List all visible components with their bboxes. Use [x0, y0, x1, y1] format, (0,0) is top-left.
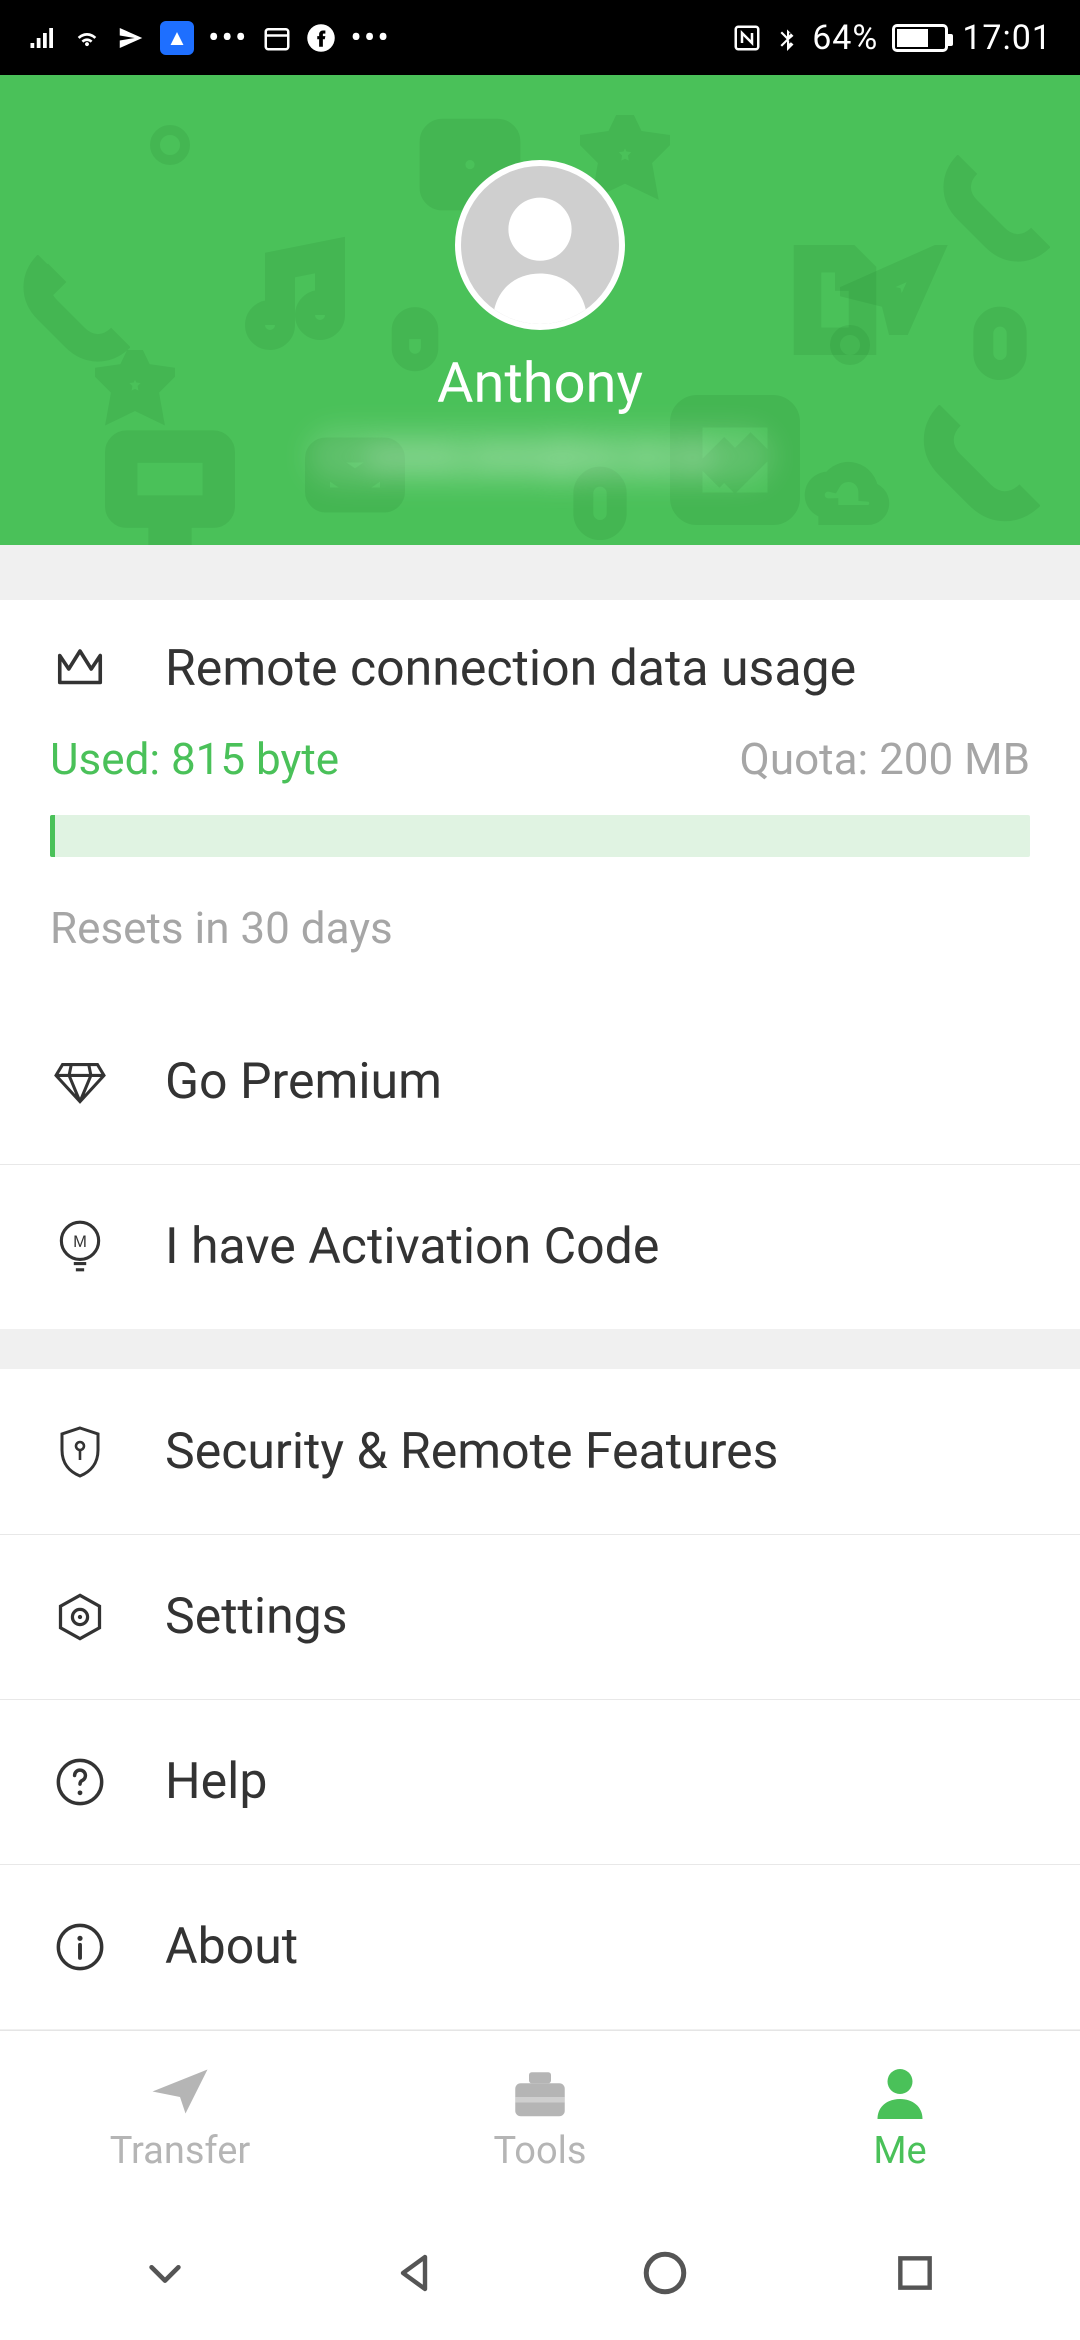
nav-home[interactable] [635, 2243, 695, 2303]
tab-transfer[interactable]: Transfer [0, 2031, 360, 2205]
clock-text: 17:01 [962, 18, 1052, 58]
app-notif-icon: ▲ [160, 21, 194, 55]
nfc-icon [732, 23, 762, 53]
calendar-notif-icon [262, 23, 292, 53]
status-left: ▲ ••• ••• [28, 18, 391, 58]
menu-item-label: About [165, 1918, 298, 1976]
profile-name-text: Anthony [437, 350, 643, 416]
diamond-icon [50, 1058, 110, 1106]
menu-group-settings: Security & Remote Features Settings Help… [0, 1369, 1080, 2029]
tab-label: Transfer [110, 2129, 250, 2173]
send-notif-icon [116, 23, 146, 53]
usage-quota-text: Quota: 200 MB [740, 733, 1030, 785]
bulb-icon: M [50, 1218, 110, 1276]
signal-icon [28, 23, 58, 53]
wifi-icon [72, 23, 102, 53]
menu-item-label: Security & Remote Features [165, 1423, 778, 1481]
usage-reset-text: Resets in 30 days [50, 902, 1030, 954]
help-icon [50, 1756, 110, 1808]
tab-me[interactable]: Me [720, 2031, 1080, 2205]
bottom-tab-bar: Transfer Tools Me [0, 2030, 1080, 2205]
menu-item-premium[interactable]: Go Premium [0, 999, 1080, 1164]
menu-item-settings[interactable]: Settings [0, 1534, 1080, 1699]
profile-email-text: xxxxx.xxxx@xx.xx.xx [307, 428, 774, 484]
section-gap [0, 1329, 1080, 1369]
tab-tools[interactable]: Tools [360, 2031, 720, 2205]
nav-recent[interactable] [885, 2243, 945, 2303]
more-notif-icon: ••• [208, 18, 248, 58]
profile-name: Anthony [437, 350, 643, 416]
android-status-bar: ▲ ••• ••• 64% 17:01 [0, 0, 1080, 75]
usage-progress-fill [50, 815, 55, 857]
usage-used-text: Used: 815 byte [50, 733, 339, 785]
crown-icon [50, 646, 110, 692]
menu-item-security[interactable]: Security & Remote Features [0, 1369, 1080, 1534]
paper-plane-icon [145, 2064, 215, 2119]
menu-item-about[interactable]: About [0, 1864, 1080, 2029]
menu-item-help[interactable]: Help [0, 1699, 1080, 1864]
bluetooth-icon [772, 23, 802, 53]
status-right: 64% 17:01 [732, 18, 1052, 58]
tab-label: Me [873, 2129, 926, 2173]
person-icon [865, 2064, 935, 2119]
profile-avatar[interactable] [455, 160, 625, 330]
nav-back[interactable] [385, 2243, 445, 2303]
svg-text:M: M [73, 1232, 87, 1251]
section-gap [0, 545, 1080, 600]
profile-header: Anthony xxxxx.xxxx@xx.xx.xx [0, 75, 1080, 545]
info-icon [50, 1921, 110, 1973]
usage-progress-bar [50, 815, 1030, 857]
toolbox-icon [505, 2064, 575, 2119]
tab-label: Tools [493, 2129, 586, 2173]
usage-title: Remote connection data usage [165, 640, 856, 698]
menu-item-label: I have Activation Code [165, 1218, 659, 1276]
data-usage-card: Remote connection data usage Used: 815 b… [0, 600, 1080, 999]
menu-item-label: Go Premium [165, 1053, 442, 1111]
facebook-notif-icon [306, 23, 336, 53]
hexagon-settings-icon [50, 1591, 110, 1643]
overflow-notif-icon: ••• [350, 18, 390, 58]
nav-chevron-down[interactable] [135, 2243, 195, 2303]
menu-group-premium: Go Premium M I have Activation Code [0, 999, 1080, 1329]
menu-item-label: Help [165, 1753, 267, 1811]
shield-icon [50, 1424, 110, 1480]
android-nav-bar [0, 2205, 1080, 2340]
profile-email: xxxxx.xxxx@xx.xx.xx [307, 434, 774, 478]
battery-icon [892, 24, 948, 52]
menu-item-label: Settings [165, 1588, 348, 1646]
battery-percent: 64% [812, 18, 878, 58]
menu-item-activation[interactable]: M I have Activation Code [0, 1164, 1080, 1329]
